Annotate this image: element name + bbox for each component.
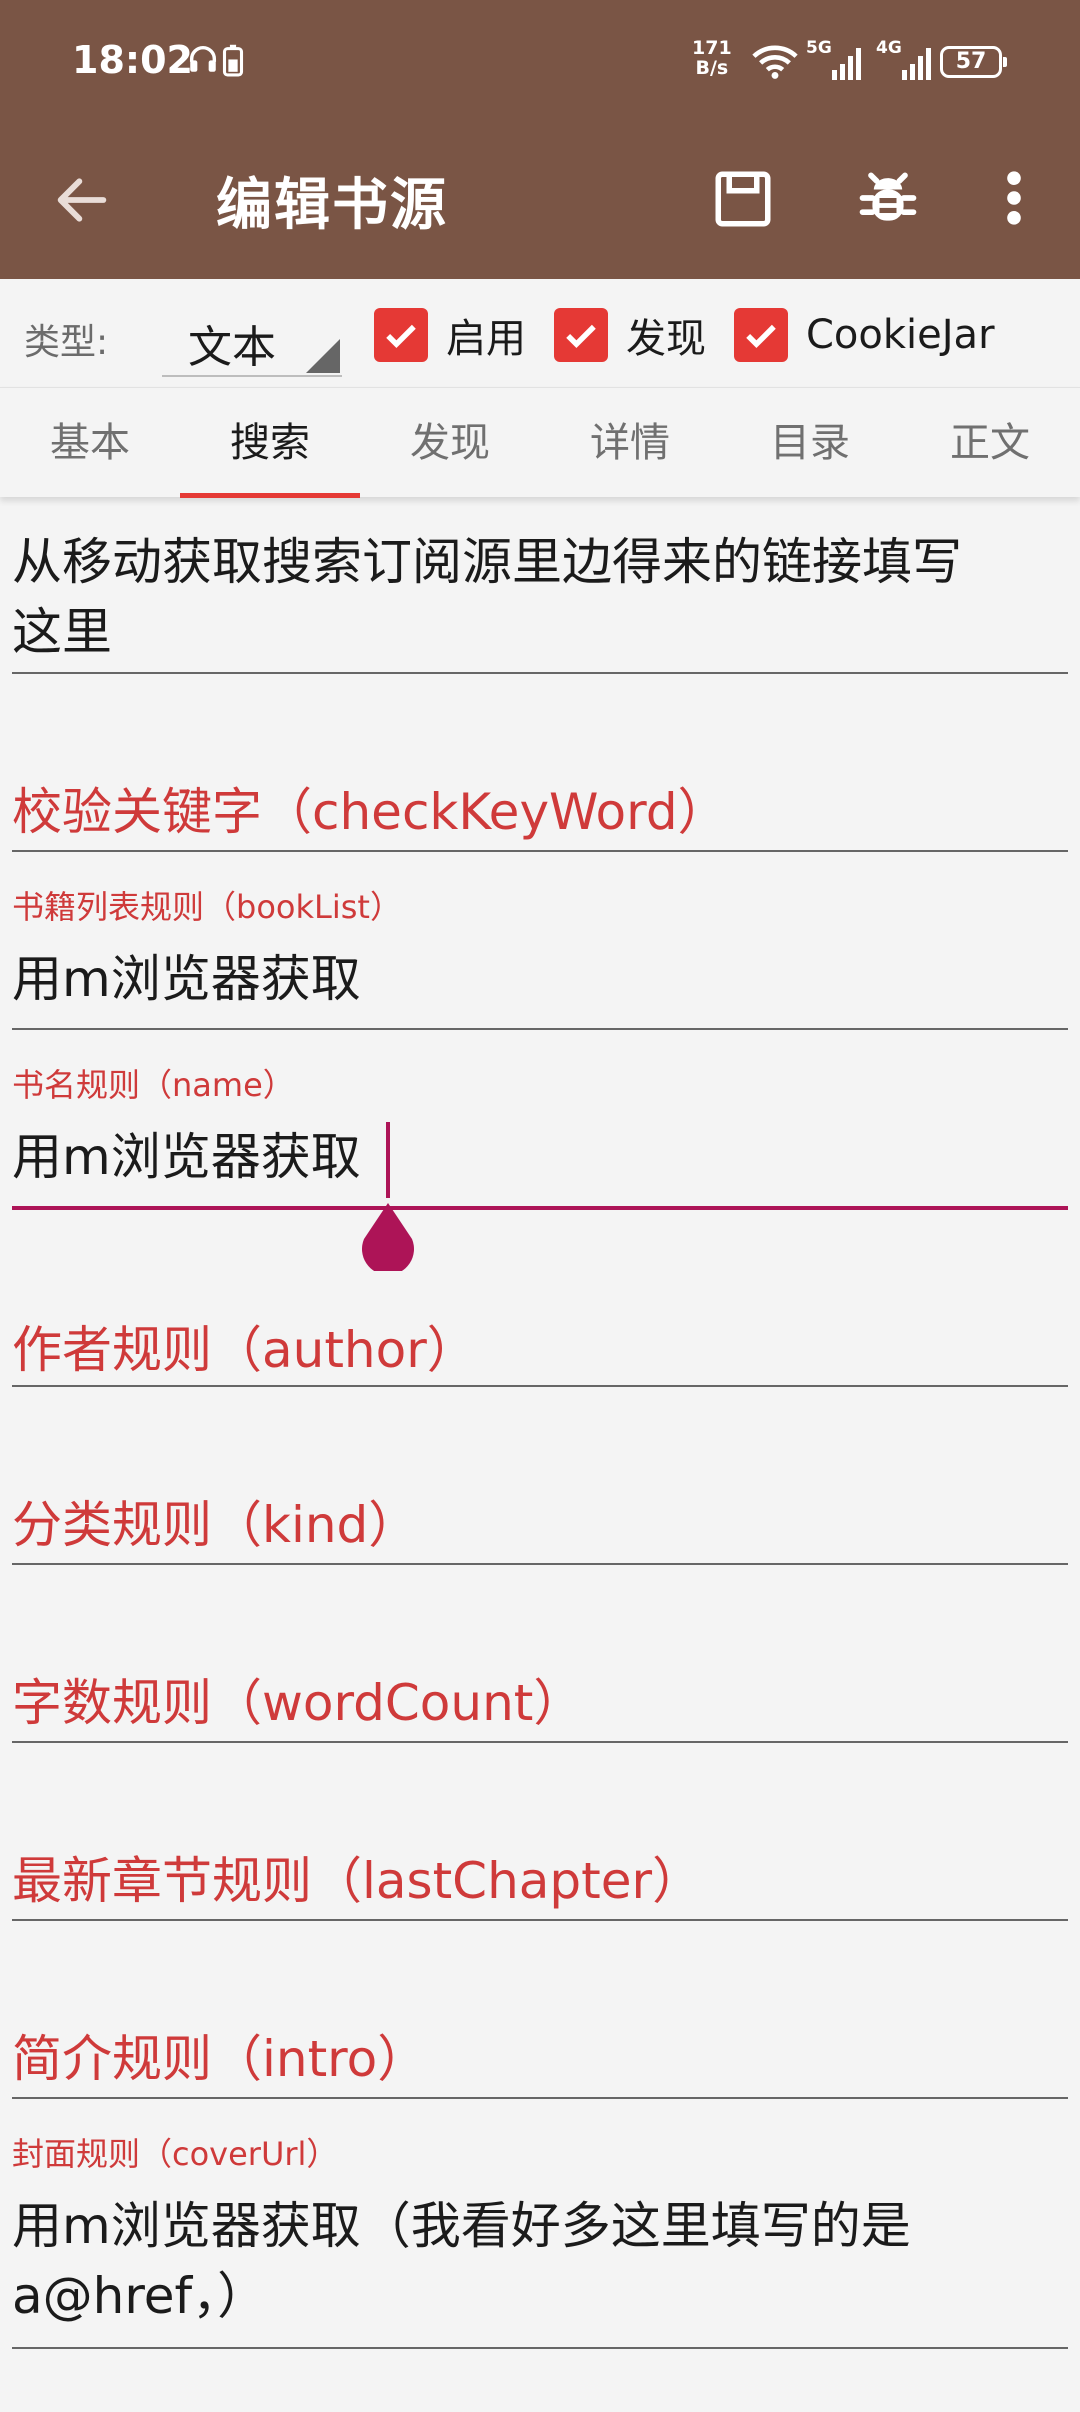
network-speed-unit: B/s xyxy=(695,57,729,79)
battery-saver-icon xyxy=(222,44,244,82)
headset-icon xyxy=(186,42,220,80)
cellular-4g-signal-icon: 4G xyxy=(876,38,936,84)
word-count-field[interactable]: 字数规则（wordCount） xyxy=(12,1565,1068,1743)
enabled-checkbox-label: 启用 xyxy=(446,316,526,362)
cookiejar-checkbox-label: CookieJar xyxy=(806,312,995,358)
book-list-field[interactable]: 书籍列表规则（bookList） 用m浏览器获取 xyxy=(12,852,1068,1030)
cookiejar-checkbox[interactable]: CookieJar xyxy=(734,307,995,363)
arrow-back-icon[interactable] xyxy=(50,168,114,232)
dropdown-triangle-icon xyxy=(306,339,340,373)
kind-hint: 分类规则（kind） xyxy=(12,1496,419,1554)
status-time: 18:02 xyxy=(72,38,193,82)
explore-checkbox-label: 发现 xyxy=(626,316,706,362)
form-scroll[interactable]: 从移动获取搜索订阅源里边得来的链接填写 这里 校验关键字（checkKeyWor… xyxy=(0,497,1080,2412)
cover-url-value-line1: 用m浏览器获取（我看好多这里填写的是 xyxy=(12,2197,911,2255)
search-url-field[interactable]: 从移动获取搜索订阅源里边得来的链接填写 这里 xyxy=(12,497,1068,674)
tab-toc[interactable]: 目录 xyxy=(720,388,900,498)
network-speed: 171 B/s xyxy=(692,38,732,78)
check-keyword-hint: 校验关键字（checkKeyWord） xyxy=(12,783,728,841)
tab-basic[interactable]: 基本 xyxy=(0,388,180,498)
author-field[interactable]: 作者规则（author） xyxy=(12,1210,1068,1387)
search-url-value-line2: 这里 xyxy=(12,603,112,661)
tab-detail[interactable]: 详情 xyxy=(540,388,720,498)
book-list-label: 书籍列表规则（bookList） xyxy=(12,888,402,926)
type-row: 类型: 文本 启用 发现 CookieJar xyxy=(0,279,1080,387)
type-label: 类型: xyxy=(24,322,109,363)
type-spinner-value: 文本 xyxy=(188,322,276,373)
type-spinner[interactable]: 文本 xyxy=(162,297,342,377)
check-icon xyxy=(374,308,428,362)
intro-field[interactable]: 简介规则（intro） xyxy=(12,1921,1068,2099)
check-icon xyxy=(734,308,788,362)
enabled-checkbox[interactable]: 启用 xyxy=(374,307,526,363)
bug-icon[interactable] xyxy=(854,164,922,232)
search-url-value-line1: 从移动获取搜索订阅源里边得来的链接填写 xyxy=(12,533,962,591)
book-name-value: 用m浏览器获取 xyxy=(12,1128,361,1186)
cover-url-label: 封面规则（coverUrl） xyxy=(12,2135,339,2173)
author-hint: 作者规则（author） xyxy=(12,1321,477,1379)
book-list-value: 用m浏览器获取 xyxy=(12,950,361,1008)
book-name-label: 书名规则（name） xyxy=(12,1066,295,1104)
explore-checkbox[interactable]: 发现 xyxy=(554,307,706,363)
tab-bar: 基本 搜索 发现 详情 目录 正文 xyxy=(0,387,1080,498)
cellular-5g-signal-icon: 5G xyxy=(806,38,866,84)
check-icon xyxy=(554,308,608,362)
more-vert-icon[interactable] xyxy=(996,164,1032,232)
battery-icon: 57 xyxy=(940,46,1007,78)
intro-hint: 简介规则（intro） xyxy=(12,2030,428,2088)
page-title: 编辑书源 xyxy=(216,173,448,238)
cover-url-value-line2: a@href，） xyxy=(12,2267,268,2325)
status-bar: 18:02 171 B/s 5G 4G 57 xyxy=(0,0,1080,120)
wifi-icon xyxy=(752,44,798,84)
book-name-field[interactable]: 书名规则（name） 用m浏览器获取 xyxy=(12,1030,1068,1210)
kind-field[interactable]: 分类规则（kind） xyxy=(12,1387,1068,1565)
check-keyword-field[interactable]: 校验关键字（checkKeyWord） xyxy=(12,674,1068,852)
app-bar: 18:02 171 B/s 5G 4G 57 编辑书源 xyxy=(0,0,1080,279)
toolbar: 编辑书源 xyxy=(0,120,1080,279)
tab-search[interactable]: 搜索 xyxy=(180,388,360,498)
text-cursor xyxy=(386,1122,390,1198)
word-count-hint: 字数规则（wordCount） xyxy=(12,1674,584,1732)
tab-explore[interactable]: 发现 xyxy=(360,388,540,498)
last-chapter-field[interactable]: 最新章节规则（lastChapter） xyxy=(12,1743,1068,1921)
save-icon[interactable] xyxy=(710,166,776,232)
cover-url-field[interactable]: 封面规则（coverUrl） 用m浏览器获取（我看好多这里填写的是 a@href… xyxy=(12,2099,1068,2349)
tab-content[interactable]: 正文 xyxy=(900,388,1080,498)
network-speed-value: 171 xyxy=(692,37,732,59)
last-chapter-hint: 最新章节规则（lastChapter） xyxy=(12,1852,703,1910)
